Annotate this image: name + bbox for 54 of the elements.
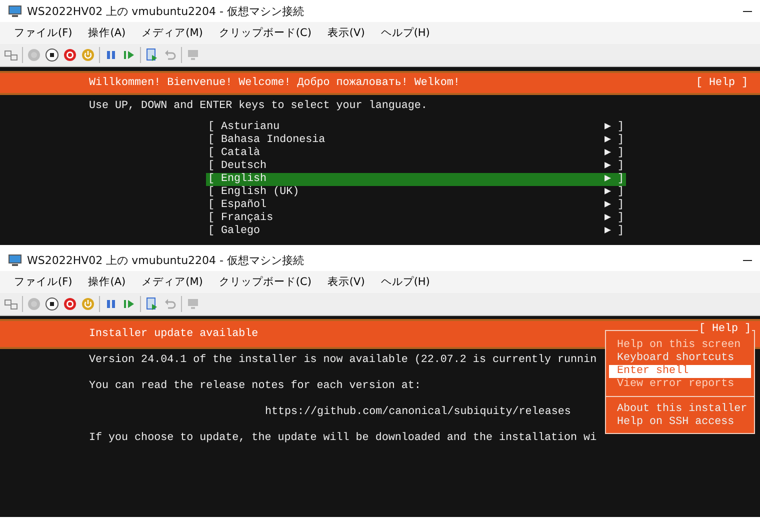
pause-icon[interactable] — [104, 48, 118, 62]
undo-icon[interactable] — [163, 297, 177, 311]
screen-header: Willkommen! Bienvenue! Welcome! Добро пожаловать! Welkom! — [89, 76, 460, 90]
play-icon[interactable] — [122, 48, 136, 62]
monitor-icon[interactable] — [186, 48, 200, 62]
power-icon[interactable] — [81, 297, 95, 311]
menu-item[interactable]: クリップボード(C) — [210, 24, 320, 42]
url-text: https://github.com/canonical/subiquity/releases — [265, 406, 571, 419]
target-icon[interactable] — [63, 297, 77, 311]
window-title: WS2022HV02 上の vmubuntu2204 - 仮想マシン接続 — [27, 252, 304, 268]
instruction-text: Use UP, DOWN and ENTER keys to select your language. — [89, 100, 428, 113]
language-option[interactable]: [ Deutsch ▶ ] — [206, 160, 626, 173]
monitor-icon[interactable] — [186, 297, 200, 311]
menu-item[interactable]: Enter shell — [609, 365, 751, 378]
menu-item[interactable]: メディア(M) — [134, 273, 211, 291]
body-text: You can read the release notes for each version at: — [89, 380, 421, 393]
menu-item[interactable]: クリップボード(C) — [210, 273, 320, 291]
window-title: WS2022HV02 上の vmubuntu2204 - 仮想マシン接続 — [27, 4, 304, 18]
menu-item[interactable]: ファイル(F) — [6, 24, 80, 42]
document-play-icon[interactable] — [145, 297, 159, 311]
pause-icon[interactable] — [104, 297, 118, 311]
devices-icon[interactable] — [4, 297, 18, 311]
language-option[interactable]: [ English ▶ ] — [206, 173, 626, 186]
menu-item[interactable]: 表示(V) — [319, 24, 373, 42]
menu-item[interactable]: 表示(V) — [319, 273, 373, 291]
language-option[interactable]: [ Català ▶ ] — [206, 147, 626, 160]
language-option[interactable]: [ Asturianu ▶ ] — [206, 121, 626, 134]
menu-item[interactable]: 操作(A) — [80, 24, 134, 42]
language-option[interactable]: [ Français ▶ ] — [206, 212, 626, 225]
stop-icon[interactable] — [45, 48, 59, 62]
body-text: If you choose to update, the update will be downloaded and the installation wi — [89, 432, 597, 445]
menu-item[interactable]: ヘルプ(H) — [372, 24, 438, 42]
language-option[interactable]: [ Galego ▶ ] — [206, 225, 626, 238]
language-option[interactable]: [ Español ▶ ] — [206, 199, 626, 212]
stop-icon[interactable] — [45, 297, 59, 311]
menu-item[interactable]: メディア(M) — [134, 24, 211, 42]
minimize-button[interactable] — [743, 10, 752, 12]
language-option[interactable]: [ Bahasa Indonesia ▶ ] — [206, 134, 626, 147]
menu-item[interactable]: ファイル(F) — [6, 273, 80, 291]
document-play-icon[interactable] — [145, 48, 159, 62]
target-icon[interactable] — [63, 48, 77, 62]
menu-item[interactable]: 操作(A) — [80, 273, 134, 291]
body-text: Version 24.04.1 of the installer is now available (22.07.2 is currently runnin — [89, 354, 597, 367]
devices-icon[interactable] — [4, 48, 18, 62]
menu-item[interactable]: ヘルプ(H) — [372, 273, 438, 291]
power-icon[interactable] — [81, 48, 95, 62]
monitor-icon — [8, 4, 22, 18]
monitor-icon — [8, 253, 22, 267]
screen-header: Installer update available — [89, 328, 258, 340]
undo-icon[interactable] — [163, 48, 177, 62]
help-button[interactable]: [ Help ] — [698, 323, 752, 336]
help-button[interactable]: [ Help ] — [696, 76, 748, 90]
language-option[interactable]: [ English (UK) ▶ ] — [206, 186, 626, 199]
play-icon[interactable] — [122, 297, 136, 311]
